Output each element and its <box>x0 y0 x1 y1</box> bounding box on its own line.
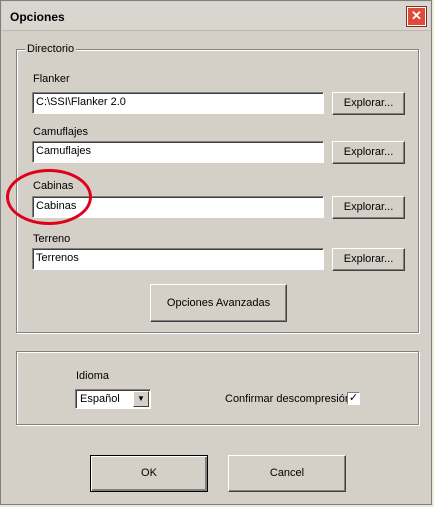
title-bar: Opciones ✕ <box>2 2 430 31</box>
terrain-browse-button[interactable]: Explorar... <box>332 248 405 271</box>
confirm-decompress-checkbox[interactable]: ✓ <box>347 392 360 405</box>
settings-group <box>16 351 419 425</box>
language-label: Idioma <box>76 370 110 382</box>
close-icon: ✕ <box>411 8 422 23</box>
terrain-path-input[interactable]: Terrenos <box>32 248 324 270</box>
cockpits-browse-button[interactable]: Explorar... <box>332 196 405 219</box>
options-dialog: Opciones ✕ Directorio Flanker C:\SSI\Fla… <box>0 0 432 505</box>
camouflage-label: Camuflajes <box>33 126 89 138</box>
terrain-label: Terreno <box>33 233 71 245</box>
language-select-value: Español <box>80 393 120 405</box>
flanker-label: Flanker <box>33 73 70 85</box>
directory-legend: Directorio <box>25 43 77 55</box>
cockpits-path-input[interactable]: Cabinas <box>32 196 324 218</box>
flanker-path-input[interactable]: C:\SSI\Flanker 2.0 <box>32 92 324 114</box>
checkmark-icon: ✓ <box>348 392 359 404</box>
confirm-decompress-label: Confirmar descompresión <box>225 393 351 405</box>
window-title: Opciones <box>10 10 65 24</box>
advanced-options-button[interactable]: Opciones Avanzadas <box>150 284 287 322</box>
language-select[interactable]: Español ▼ <box>75 389 151 409</box>
camouflage-path-input[interactable]: Camuflajes <box>32 141 324 163</box>
close-button[interactable]: ✕ <box>406 6 427 27</box>
flanker-browse-button[interactable]: Explorar... <box>332 92 405 115</box>
cockpits-label: Cabinas <box>33 180 74 192</box>
ok-button[interactable]: OK <box>90 455 208 492</box>
cancel-button[interactable]: Cancel <box>228 455 346 492</box>
camouflage-browse-button[interactable]: Explorar... <box>332 141 405 164</box>
dropdown-arrow-icon[interactable]: ▼ <box>133 391 149 407</box>
